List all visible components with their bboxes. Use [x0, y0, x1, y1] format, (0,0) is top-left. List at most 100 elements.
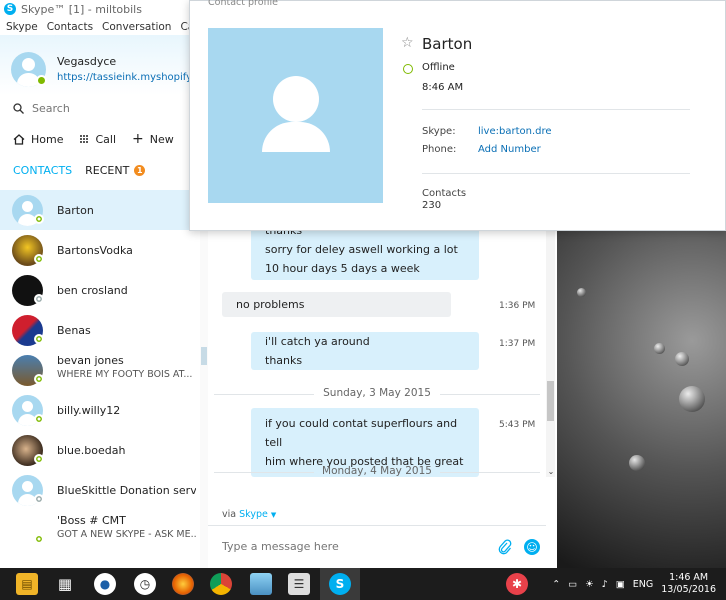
menu-bar: Skype Contacts Conversation Call V: [0, 18, 216, 35]
favorite-star-icon[interactable]: ☆: [401, 35, 414, 51]
home-label: Home: [31, 132, 64, 146]
system-tray: ⌃ ▭ ☀ ♪ ▣ ENG 1:46 AM 13/05/2016: [552, 568, 726, 600]
message-time: 5:43 PM: [499, 420, 536, 430]
contact-name: ben crosland: [57, 283, 128, 297]
contact-name: BartonsVodka: [57, 243, 133, 257]
sidebar-scroll-thumb[interactable]: [201, 347, 207, 365]
contact-item[interactable]: Benas: [0, 310, 200, 350]
contact-item[interactable]: ben crosland: [0, 270, 200, 310]
skype-logo-icon: S: [4, 3, 16, 15]
home-button[interactable]: Home: [13, 133, 63, 146]
skype-taskbar-icon[interactable]: S: [329, 573, 351, 595]
menu-skype[interactable]: Skype: [6, 21, 38, 33]
divider: [422, 109, 690, 110]
contact-list: Barton BartonsVodka ben crosland Benas b…: [0, 190, 200, 568]
contact-item[interactable]: Barton: [0, 190, 200, 230]
notification-icon[interactable]: ▭: [568, 579, 577, 590]
clock[interactable]: 1:46 AM 13/05/2016: [661, 572, 716, 596]
message-text: no problems: [236, 298, 305, 311]
quick-nav: Home Call + New: [0, 129, 208, 149]
tab-recent[interactable]: RECENT 1: [85, 164, 146, 177]
search-bar: [0, 97, 208, 119]
skype-id-value[interactable]: live:barton.dre: [478, 126, 552, 137]
contact-status-icon: [34, 254, 44, 264]
file-explorer-icon[interactable]: ▤: [16, 573, 38, 595]
photos-icon[interactable]: ●: [94, 573, 116, 595]
store-icon[interactable]: ▦: [54, 573, 76, 595]
chrome-icon[interactable]: [210, 573, 232, 595]
contact-item[interactable]: bevan jones WHERE MY FOOTY BOIS AT...: [0, 350, 200, 390]
contact-name: billy.willy12: [57, 403, 121, 417]
date-separator: Monday, 4 May 2015: [208, 465, 546, 477]
tab-contacts[interactable]: CONTACTS: [13, 164, 72, 177]
contact-item[interactable]: blue.boedah: [0, 430, 200, 470]
water-drop: [577, 288, 586, 297]
contact-name: blue.boedah: [57, 443, 126, 457]
message-time: 1:36 PM: [499, 301, 536, 311]
paperclip-icon[interactable]: [498, 539, 512, 555]
contact-item[interactable]: billy.willy12: [0, 390, 200, 430]
message-bubble[interactable]: i'll catch ya around thanks: [251, 332, 479, 370]
app-icon[interactable]: [250, 573, 272, 595]
search-icon: [13, 102, 24, 114]
call-label: Call: [95, 132, 117, 146]
contact-status-icon: [34, 414, 44, 424]
contact-item[interactable]: 'Boss # CMT GOT A NEW SKYPE - ASK ME...: [0, 510, 200, 550]
document-icon[interactable]: ☰: [288, 573, 310, 595]
contact-item[interactable]: BlueSkittle Donation servic...: [0, 470, 200, 510]
chevron-down-icon[interactable]: ▼: [271, 511, 276, 519]
contact-mood: WHERE MY FOOTY BOIS AT...: [57, 369, 193, 380]
contact-status-icon: [34, 334, 44, 344]
volume-icon[interactable]: ♪: [602, 579, 608, 590]
new-button[interactable]: + New: [132, 131, 174, 147]
divider: [422, 173, 690, 174]
conversation-scrollbar[interactable]: [546, 225, 555, 477]
presence-status: Offline: [422, 62, 455, 73]
water-drop: [654, 343, 665, 354]
contact-mood: GOT A NEW SKYPE - ASK ME...: [57, 529, 196, 540]
message-icon[interactable]: ▣: [616, 579, 625, 590]
date-separator: Sunday, 3 May 2015: [208, 387, 546, 399]
contact-display-name: Barton: [422, 35, 473, 53]
contact-name: BlueSkittle Donation servic...: [57, 483, 196, 497]
wifi-icon[interactable]: ☀: [585, 579, 594, 590]
via-service[interactable]: Skype: [239, 509, 268, 520]
water-drop: [675, 352, 689, 366]
compose-area: ☺: [208, 525, 546, 568]
profile-picture: [208, 28, 383, 203]
message-line: sorry for deley aswell working a lot: [265, 243, 458, 256]
contact-profile-popup: Contact profile ☆ Barton Offline 8:46 AM…: [189, 0, 726, 231]
scroll-down-icon[interactable]: ⌄: [547, 467, 555, 476]
taskbar: ▤ ▦ ● ◷ ☰ S ✱ ⌃ ▭ ☀ ♪ ▣ ENG 1:46 AM 13/0…: [0, 568, 726, 600]
add-number-link[interactable]: Add Number: [478, 144, 541, 155]
via-service-selector[interactable]: via Skype ▼: [222, 509, 276, 520]
conversation-scroll-thumb[interactable]: [547, 381, 554, 421]
message-bubble[interactable]: no problems: [222, 292, 451, 317]
firefox-icon[interactable]: [172, 573, 194, 595]
menu-conversation[interactable]: Conversation: [102, 21, 171, 33]
search-input[interactable]: [32, 101, 182, 115]
recent-count-badge: 1: [134, 164, 146, 176]
chevron-up-icon[interactable]: ⌃: [552, 579, 560, 590]
menu-contacts[interactable]: Contacts: [47, 21, 93, 33]
clock-icon[interactable]: ◷: [134, 573, 156, 595]
contact-tabs: CONTACTS RECENT 1: [0, 161, 208, 179]
presence-icon: [403, 64, 413, 74]
home-icon: [13, 133, 25, 145]
water-drop: [629, 455, 645, 471]
language-indicator[interactable]: ENG: [633, 579, 653, 590]
contacts-count: 230: [422, 200, 442, 211]
contact-status-icon: [34, 494, 44, 504]
contact-name: 'Boss # CMT: [57, 514, 126, 527]
contact-name: Benas: [57, 323, 91, 337]
sidebar-scrollbar[interactable]: [200, 190, 208, 568]
contact-item[interactable]: BartonsVodka: [0, 230, 200, 270]
security-icon[interactable]: ✱: [506, 573, 528, 595]
emoticon-icon[interactable]: ☺: [524, 539, 540, 555]
online-status-icon[interactable]: [36, 75, 47, 86]
popup-title: Contact profile: [208, 0, 278, 8]
contact-status-icon: [34, 374, 44, 384]
message-input[interactable]: [222, 540, 472, 553]
profile-name[interactable]: Vegasdyce: [57, 55, 116, 68]
call-button[interactable]: Call: [79, 133, 116, 146]
